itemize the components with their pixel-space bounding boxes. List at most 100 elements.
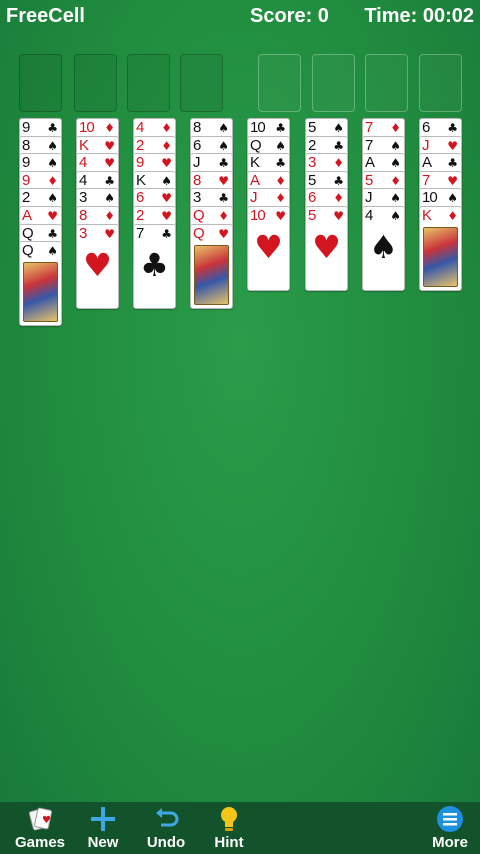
spades-suit-icon: ♠: [369, 228, 398, 266]
foundation-2[interactable]: [312, 54, 355, 112]
more-button[interactable]: More: [418, 804, 480, 851]
foundation-3[interactable]: [365, 54, 408, 112]
card-rank: 5: [308, 171, 316, 189]
clubs-suit-icon: ♣: [47, 226, 58, 241]
free-cell-4[interactable]: [180, 54, 223, 112]
hearts-suit-icon: ♥: [83, 245, 112, 284]
diamonds-suit-icon: ♦: [333, 156, 344, 171]
clubs-suit-icon: ♣: [333, 138, 344, 153]
foundation-1[interactable]: [258, 54, 301, 112]
card-rank: K: [136, 171, 146, 189]
clubs-suit-icon: ♣: [140, 245, 169, 284]
undo-button[interactable]: Undo: [134, 804, 198, 851]
playing-card[interactable]: 10 ♥ ♥: [247, 206, 290, 291]
card-rank: 6: [193, 136, 201, 154]
face-card-art: [23, 262, 58, 323]
spades-suit-icon: ♠: [218, 121, 229, 135]
hearts-suit-icon: ♥: [161, 191, 172, 206]
card-rank: 3: [79, 224, 87, 242]
hearts-suit-icon: ♥: [218, 226, 229, 241]
hearts-suit-icon: ♥: [104, 156, 115, 171]
hearts-suit-icon: ♥: [447, 138, 458, 153]
clubs-suit-icon: ♣: [447, 121, 458, 135]
games-button[interactable]: ♥ Games: [8, 804, 72, 851]
card-rank: Q: [193, 207, 205, 224]
app-title: FreeCell: [6, 5, 85, 27]
card-rank: 6: [136, 189, 144, 207]
playing-card[interactable]: 5 ♥ ♥: [305, 206, 348, 291]
card-rank: 3: [308, 154, 316, 172]
hearts-suit-icon: ♥: [104, 138, 115, 153]
cards-icon: ♥: [8, 804, 72, 834]
playing-card[interactable]: 3 ♥ ♥: [76, 223, 119, 309]
playing-card[interactable]: K ♦: [419, 206, 462, 291]
hearts-suit-icon: ♥: [161, 209, 172, 223]
timer-display: Time: 00:02: [364, 5, 474, 27]
card-rank: A: [22, 207, 32, 224]
card-rank: J: [193, 154, 200, 172]
hint-button[interactable]: Hint: [197, 804, 261, 851]
card-rank: 6: [308, 189, 316, 207]
card-rank: 5: [308, 119, 316, 136]
clubs-suit-icon: ♣: [447, 156, 458, 171]
diamonds-suit-icon: ♦: [390, 121, 401, 135]
card-rank: 10: [250, 119, 266, 136]
new-game-button[interactable]: New: [71, 804, 135, 851]
card-rank: 8: [193, 119, 201, 136]
diamonds-suit-icon: ♦: [104, 209, 115, 223]
card-rank: 2: [136, 136, 144, 154]
spades-suit-icon: ♠: [218, 138, 229, 153]
new-label: New: [87, 834, 119, 851]
spades-suit-icon: ♠: [275, 138, 286, 153]
card-rank: 7: [136, 224, 144, 242]
card-rank: 8: [193, 171, 201, 189]
face-card-art: [194, 244, 229, 305]
foundation-4[interactable]: [419, 54, 462, 112]
card-rank: 5: [365, 171, 373, 189]
score-display: Score: 0: [250, 5, 329, 27]
diamonds-suit-icon: ♦: [104, 121, 115, 135]
diamonds-suit-icon: ♦: [275, 173, 286, 188]
card-rank: 3: [79, 189, 87, 207]
card-rank: J: [422, 136, 429, 154]
clubs-suit-icon: ♣: [104, 173, 115, 188]
card-rank: 9: [22, 119, 30, 136]
playing-card[interactable]: Q ♠: [19, 241, 62, 327]
card-rank: 5: [308, 207, 316, 224]
card-rank: A: [250, 171, 260, 189]
card-rank: 2: [22, 189, 30, 207]
spades-suit-icon: ♠: [390, 138, 401, 153]
diamonds-suit-icon: ♦: [47, 173, 58, 188]
hearts-suit-icon: ♥: [104, 226, 115, 241]
lightbulb-icon: [197, 804, 261, 834]
card-rank: K: [79, 136, 89, 154]
card-rank: 2: [308, 136, 316, 154]
diamonds-suit-icon: ♦: [161, 138, 172, 153]
diamonds-suit-icon: ♦: [447, 209, 458, 223]
clubs-suit-icon: ♣: [47, 121, 58, 135]
undo-label: Undo: [146, 834, 186, 851]
more-label: More: [432, 834, 468, 851]
free-cell-1[interactable]: [19, 54, 62, 112]
card-rank: 4: [79, 154, 87, 172]
spades-suit-icon: ♠: [390, 209, 401, 223]
card-rank: 7: [365, 119, 373, 136]
hearts-suit-icon: ♥: [218, 173, 229, 188]
free-cell-3[interactable]: [127, 54, 170, 112]
card-rank: 6: [422, 119, 430, 136]
card-rank: 7: [422, 171, 430, 189]
hearts-suit-icon: ♥: [333, 209, 344, 223]
spades-suit-icon: ♠: [47, 244, 58, 259]
card-rank: J: [365, 189, 372, 207]
playing-card[interactable]: Q ♥: [190, 223, 233, 309]
playing-card[interactable]: 4 ♠ ♠: [362, 206, 405, 291]
free-cell-2[interactable]: [74, 54, 117, 112]
face-card-art: [423, 227, 458, 287]
card-rank: 9: [22, 154, 30, 172]
spades-suit-icon: ♠: [104, 191, 115, 206]
card-rank: A: [365, 154, 375, 172]
playing-card[interactable]: 7 ♣ ♣: [133, 223, 176, 309]
card-rank: 10: [422, 189, 438, 207]
clubs-suit-icon: ♣: [275, 121, 286, 135]
svg-text:♥: ♥: [42, 815, 51, 826]
